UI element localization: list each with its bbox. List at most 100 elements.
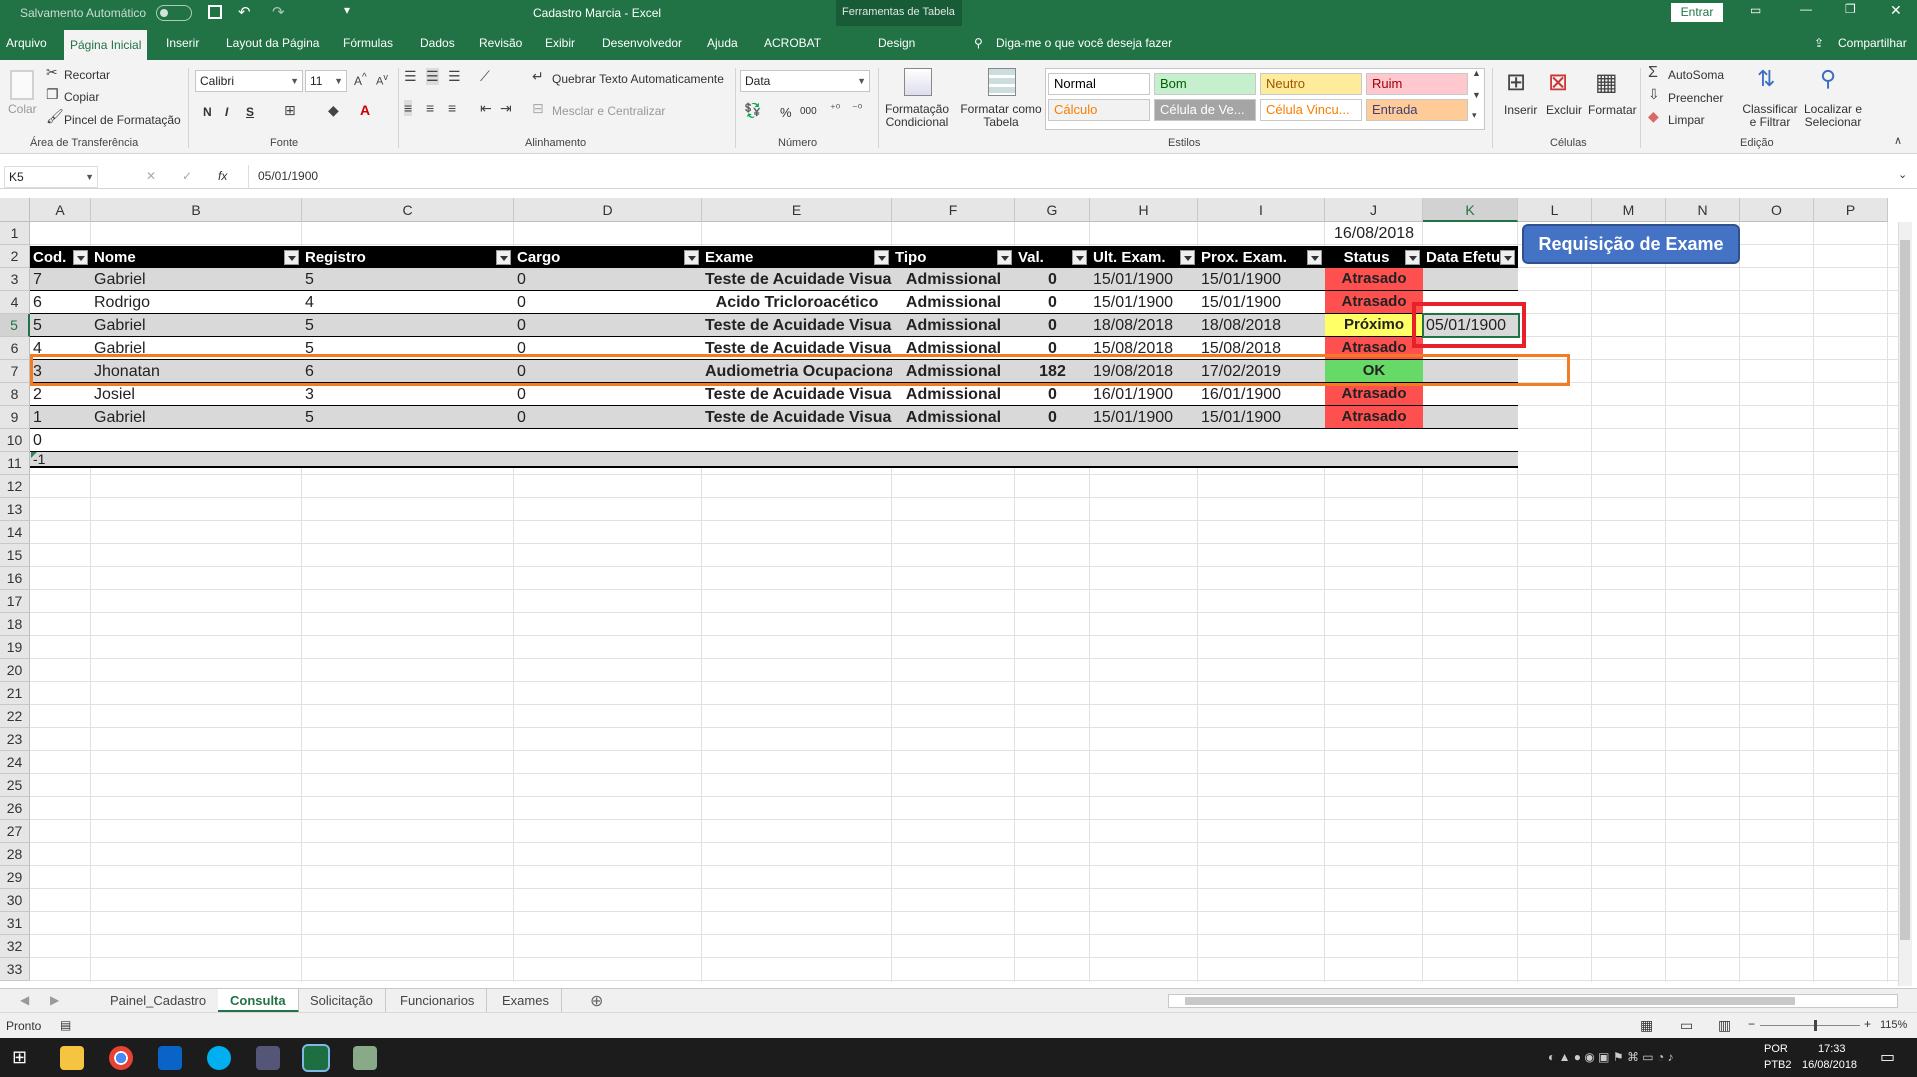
row-header-31[interactable]: 31 [0, 912, 30, 935]
ribbon-display-icon[interactable]: ▭ [1750, 3, 1761, 17]
tab-design[interactable]: Design [872, 26, 921, 60]
autosum-button[interactable]: AutoSoma [1668, 68, 1724, 82]
clock-time[interactable]: 17:33 [1818, 1043, 1846, 1055]
cancel-entry-icon[interactable]: ✕ [146, 169, 156, 183]
align-center-icon[interactable]: ≡ [426, 100, 434, 116]
cell-J1-date[interactable]: 16/08/2018 [1325, 222, 1423, 245]
minimize-icon[interactable]: — [1800, 2, 1812, 16]
column-header-J[interactable]: J [1325, 198, 1423, 222]
row-header-18[interactable]: 18 [0, 613, 30, 636]
cell-registro[interactable]: 5 [302, 268, 514, 291]
filter-dropdown-icon[interactable] [73, 250, 88, 265]
row-header-26[interactable]: 26 [0, 797, 30, 820]
table-header-3[interactable]: Cargo [514, 246, 702, 269]
cell-tipo[interactable]: Admissional [892, 314, 1015, 337]
column-header-N[interactable]: N [1666, 198, 1740, 222]
tab-formulas[interactable]: Fórmulas [337, 26, 399, 60]
row-header-21[interactable]: 21 [0, 682, 30, 705]
format-painter-button[interactable]: Pincel de Formatação [64, 113, 181, 127]
number-format-combo[interactable]: Data ▼ [740, 70, 870, 92]
cell-exame[interactable]: Teste de Acuidade Visual [702, 268, 892, 291]
cell-tipo[interactable]: Admissional [892, 406, 1015, 429]
align-middle-icon[interactable]: ☰ [426, 68, 439, 85]
windows-start-icon[interactable]: ⊞ [12, 1047, 27, 1068]
notifications-icon[interactable]: ▭ [1880, 1047, 1895, 1067]
name-box[interactable]: K5 ▼ [4, 166, 98, 188]
tab-dados[interactable]: Dados [414, 26, 461, 60]
table-header-9[interactable]: Status [1325, 246, 1423, 269]
filter-dropdown-icon[interactable] [874, 250, 889, 265]
customize-qat-icon[interactable]: ▾ [344, 3, 350, 17]
font-size-combo[interactable]: 11 ▼ [305, 70, 347, 92]
cell-nome[interactable]: Gabriel [91, 406, 302, 429]
gallery-scroll-down-icon[interactable]: ▼ [1472, 90, 1481, 100]
cell-registro[interactable]: 3 [302, 383, 514, 406]
insert-function-icon[interactable]: fx [218, 169, 227, 183]
redo-icon[interactable]: ↷ [272, 3, 285, 21]
skype-icon[interactable] [207, 1046, 231, 1070]
cell-style-5[interactable]: Célula de Ve... [1154, 99, 1256, 121]
paint-icon[interactable] [353, 1046, 377, 1070]
cell-val[interactable]: 0 [1015, 314, 1090, 337]
save-icon[interactable] [208, 5, 222, 19]
row-header-23[interactable]: 23 [0, 728, 30, 751]
column-header-A[interactable]: A [30, 198, 91, 222]
input-language[interactable]: POR [1764, 1043, 1788, 1055]
row-header-20[interactable]: 20 [0, 659, 30, 682]
row-header-7[interactable]: 7 [0, 360, 30, 383]
row-header-10[interactable]: 10 [0, 429, 30, 452]
sheet-tab-solicitacao[interactable]: Solicitação [298, 989, 386, 1013]
format-cells-button[interactable]: Formatar [1588, 103, 1637, 117]
close-icon[interactable]: ✕ [1890, 2, 1902, 19]
align-top-icon[interactable]: ☰ [404, 68, 417, 85]
table-header-7[interactable]: Ult. Exam. [1090, 246, 1198, 269]
row-header-3[interactable]: 3 [0, 268, 30, 291]
cell-cargo[interactable]: 0 [514, 268, 702, 291]
column-header-L[interactable]: L [1518, 198, 1592, 222]
cell-cod[interactable]: 1 [30, 406, 91, 429]
table-header-5[interactable]: Tipo [892, 246, 1015, 269]
cell-style-3[interactable]: Ruim [1366, 73, 1468, 95]
autosave-toggle[interactable] [156, 5, 192, 21]
cell-style-4[interactable]: Cálculo [1048, 99, 1150, 121]
excel-icon[interactable] [302, 1044, 330, 1072]
zoom-in-icon[interactable]: + [1864, 1017, 1871, 1031]
insert-cells-button[interactable]: Inserir [1504, 103, 1537, 117]
bold-button[interactable]: N [203, 105, 212, 119]
conditional-format-button[interactable]: Formatação Condicional [884, 103, 950, 129]
underline-button[interactable]: S [246, 105, 254, 119]
thousands-button[interactable]: 000 [800, 106, 817, 117]
cell-tipo[interactable]: Admissional [892, 383, 1015, 406]
row-header-17[interactable]: 17 [0, 590, 30, 613]
cell-style-6[interactable]: Célula Vincu... [1260, 99, 1362, 121]
row-header-13[interactable]: 13 [0, 498, 30, 521]
row-header-11[interactable]: 11 [0, 452, 30, 475]
status-cell[interactable]: Atrasado [1325, 268, 1423, 290]
sheet-tab-funcionarios[interactable]: Funcionarios [388, 989, 488, 1013]
add-sheet-icon[interactable]: ⊕ [590, 991, 603, 1011]
cell-style-2[interactable]: Neutro [1260, 73, 1362, 95]
cell-cargo[interactable]: 0 [514, 406, 702, 429]
maximize-icon[interactable]: ❐ [1845, 2, 1856, 16]
cell-data[interactable] [1423, 383, 1518, 406]
status-cell[interactable]: Atrasado [1325, 291, 1423, 313]
fill-button[interactable]: Preencher [1668, 91, 1723, 105]
vertical-scroll-thumb[interactable] [1900, 240, 1910, 940]
sign-in-button[interactable]: Entrar [1671, 3, 1723, 22]
font-name-combo[interactable]: Calibri ▼ [195, 70, 303, 92]
row-header-28[interactable]: 28 [0, 843, 30, 866]
row-header-19[interactable]: 19 [0, 636, 30, 659]
cell-exame[interactable]: Acido Tricloroacético [702, 291, 892, 314]
cell-exame[interactable]: Teste de Acuidade Visual [702, 314, 892, 337]
tab-exibir[interactable]: Exibir [539, 26, 581, 60]
normal-view-icon[interactable]: ▦ [1640, 1017, 1653, 1034]
increase-indent-icon[interactable]: ⇥ [500, 100, 512, 117]
cell-cod[interactable]: 5 [30, 314, 91, 337]
cell-nome[interactable]: Josiel [91, 383, 302, 406]
cell-val[interactable]: 0 [1015, 268, 1090, 291]
decrease-decimal-icon[interactable]: ⁻⁰ [852, 102, 862, 115]
status-cell[interactable]: Próximo [1325, 314, 1423, 336]
italic-button[interactable]: I [225, 105, 228, 119]
column-header-P[interactable]: P [1814, 198, 1888, 222]
row-header-14[interactable]: 14 [0, 521, 30, 544]
